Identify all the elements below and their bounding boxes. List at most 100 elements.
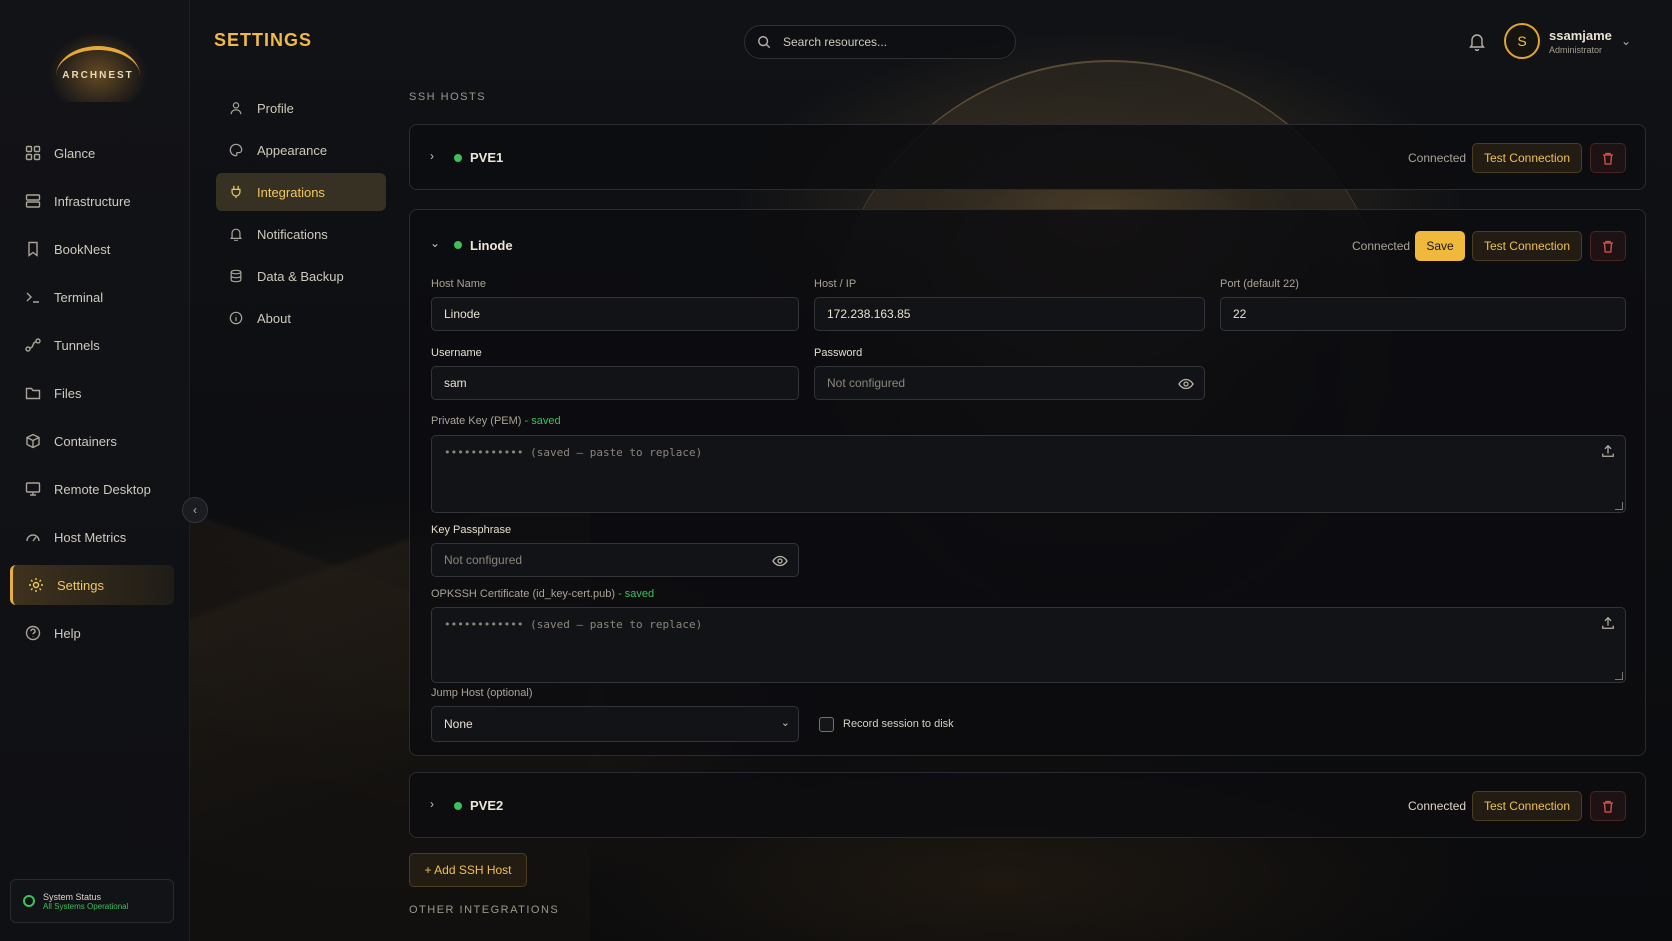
- port-label: Port (default 22): [1220, 278, 1299, 290]
- sidebar-item-booknest[interactable]: BookNest: [10, 229, 174, 269]
- settings-tab-integrations[interactable]: Integrations: [216, 173, 386, 211]
- settings-tab-label: Data & Backup: [257, 268, 344, 284]
- port-field[interactable]: 22: [1220, 297, 1626, 331]
- passphrase-placeholder: Not configured: [444, 553, 523, 567]
- sidebar-item-label: Help: [54, 625, 81, 641]
- username-field[interactable]: sam: [431, 366, 799, 400]
- bell-icon: [229, 227, 245, 241]
- private-key-label: Private Key (PEM) - saved: [431, 415, 561, 427]
- settings-tab-profile[interactable]: Profile: [216, 89, 386, 127]
- trash-icon: [1602, 152, 1614, 165]
- bell-icon[interactable]: [1468, 31, 1486, 51]
- host-ip-label: Host / IP: [814, 278, 857, 290]
- host-card-header[interactable]: › PVE1 Connected Test Connection: [410, 125, 1645, 189]
- sidebar-item-label: Containers: [54, 433, 117, 449]
- resize-handle[interactable]: [1615, 502, 1623, 510]
- password-placeholder: Not configured: [827, 376, 906, 390]
- sidebar-item-label: Infrastructure: [54, 193, 131, 209]
- sidebar-item-terminal[interactable]: Terminal: [10, 277, 174, 317]
- status-indicator-icon: [23, 895, 35, 907]
- chevron-down-icon[interactable]: ⌄: [430, 236, 440, 250]
- chevron-down-icon: ⌄: [780, 717, 790, 729]
- test-connection-button[interactable]: Test Connection: [1472, 231, 1582, 261]
- upload-icon[interactable]: [1601, 616, 1617, 632]
- settings-tab-data-backup[interactable]: Data & Backup: [216, 257, 386, 295]
- collapse-sidebar-button[interactable]: ‹: [182, 497, 208, 523]
- sidebar-item-containers[interactable]: Containers: [10, 421, 174, 461]
- settings-tab-appearance[interactable]: Appearance: [216, 131, 386, 169]
- key-passphrase-label: Key Passphrase: [431, 524, 512, 536]
- host-card-pve1: › PVE1 Connected Test Connection: [409, 124, 1646, 190]
- sidebar-item-label: Files: [54, 385, 82, 401]
- user-name[interactable]: ssamjame: [1549, 28, 1612, 43]
- trash-icon: [1602, 800, 1614, 813]
- resize-handle[interactable]: [1615, 672, 1623, 680]
- jump-host-select[interactable]: None ⌄: [431, 706, 799, 742]
- private-key-placeholder: •••••••••••• (saved — paste to replace): [444, 446, 703, 459]
- host-card-linode: ⌄ Linode Connected Save Test Connection …: [409, 209, 1646, 756]
- host-ip-field[interactable]: 172.238.163.85: [814, 297, 1205, 331]
- user-role: Administrator: [1549, 45, 1603, 55]
- jump-host-value: None: [444, 717, 473, 731]
- save-button[interactable]: Save: [1415, 231, 1465, 261]
- sidebar-item-help[interactable]: Help: [10, 613, 174, 653]
- chevron-left-icon: ‹: [193, 503, 197, 517]
- search-input[interactable]: Search resources...: [744, 25, 1016, 59]
- sidebar-item-settings[interactable]: Settings: [10, 565, 174, 605]
- eye-icon[interactable]: [772, 553, 788, 569]
- sidebar-item-glance[interactable]: Glance: [10, 133, 174, 173]
- opkssh-certificate-field[interactable]: •••••••••••• (saved — paste to replace): [431, 607, 1626, 683]
- help-icon: [24, 624, 42, 642]
- tunnel-icon: [24, 336, 42, 354]
- host-card-header[interactable]: ⌄ Linode Connected Save Test Connection: [410, 210, 1645, 274]
- key-passphrase-field[interactable]: Not configured: [431, 543, 799, 577]
- eye-icon[interactable]: [1178, 376, 1194, 392]
- terminal-icon: [24, 288, 42, 306]
- chevron-right-icon[interactable]: ›: [430, 797, 434, 811]
- host-card-header[interactable]: › PVE2 Connected Test Connection: [410, 773, 1645, 837]
- opkssh-label-text: OPKSSH Certificate (id_key-cert.pub): [431, 588, 616, 600]
- sidebar: ARCHNEST Glance Infrastructure BookNest …: [0, 0, 190, 941]
- connected-status-dot: [454, 241, 462, 249]
- status-subtitle: All Systems Operational: [43, 901, 129, 911]
- avatar[interactable]: S: [1504, 23, 1540, 59]
- sidebar-item-remote-desktop[interactable]: Remote Desktop: [10, 469, 174, 509]
- chevron-down-icon[interactable]: ⌄: [1621, 34, 1631, 48]
- sidebar-item-label: Glance: [54, 145, 96, 161]
- settings-tab-about[interactable]: About: [216, 299, 386, 337]
- sidebar-item-label: BookNest: [54, 241, 111, 257]
- add-ssh-host-button[interactable]: + Add SSH Host: [409, 853, 527, 887]
- private-key-field[interactable]: •••••••••••• (saved — paste to replace): [431, 435, 1626, 513]
- sidebar-item-label: Terminal: [54, 289, 104, 305]
- private-key-label-text: Private Key (PEM): [431, 415, 522, 427]
- sidebar-item-host-metrics[interactable]: Host Metrics: [10, 517, 174, 557]
- connection-status: Connected: [1408, 151, 1467, 165]
- host-name-field[interactable]: Linode: [431, 297, 799, 331]
- chevron-right-icon[interactable]: ›: [430, 149, 434, 163]
- delete-host-button[interactable]: [1590, 143, 1626, 173]
- bookmark-icon: [24, 240, 42, 258]
- connection-status: Connected: [1352, 239, 1411, 253]
- search-icon: [757, 35, 773, 49]
- system-status[interactable]: System Status All Systems Operational: [10, 879, 174, 923]
- record-session-checkbox[interactable]: [819, 717, 834, 732]
- password-label: Password: [814, 347, 863, 359]
- sidebar-item-label: Settings: [57, 577, 104, 593]
- test-connection-button[interactable]: Test Connection: [1472, 791, 1582, 821]
- logo[interactable]: ARCHNEST: [38, 22, 158, 112]
- sidebar-item-infrastructure[interactable]: Infrastructure: [10, 181, 174, 221]
- monitor-icon: [24, 480, 42, 498]
- test-connection-button[interactable]: Test Connection: [1472, 143, 1582, 173]
- upload-icon[interactable]: [1601, 444, 1617, 460]
- host-name: PVE1: [470, 150, 504, 165]
- settings-tab-label: Profile: [257, 100, 294, 116]
- sidebar-item-files[interactable]: Files: [10, 373, 174, 413]
- host-name: Linode: [470, 238, 513, 253]
- record-session-label[interactable]: Record session to disk: [843, 718, 954, 730]
- sidebar-item-tunnels[interactable]: Tunnels: [10, 325, 174, 365]
- delete-host-button[interactable]: [1590, 791, 1626, 821]
- delete-host-button[interactable]: [1590, 231, 1626, 261]
- password-field[interactable]: Not configured: [814, 366, 1205, 400]
- settings-tab-notifications[interactable]: Notifications: [216, 215, 386, 253]
- saved-indicator: - saved: [615, 588, 655, 600]
